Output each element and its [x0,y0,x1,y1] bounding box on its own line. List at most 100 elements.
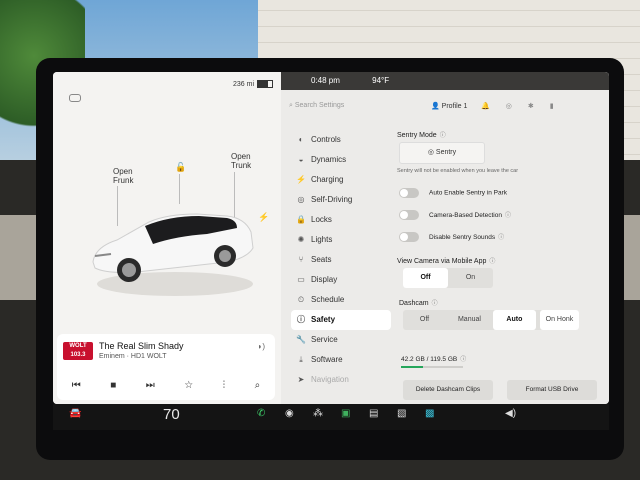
dashcam-auto[interactable]: Auto [492,310,536,330]
delete-dashcam-clips-button[interactable]: Delete Dashcam Clips [403,380,493,400]
search-icon[interactable]: ⌕ [255,380,261,391]
toybox-icon[interactable]: ▣ [341,408,350,419]
dashcam-off[interactable]: Off [403,310,446,330]
taskbar: 🚘 70 ✆ ◉ ⁂ ▣ ▤ ▧ ▩ ◀) [53,404,609,430]
charge-port-icon[interactable]: ⚡ [258,212,269,223]
usb-storage-fill [401,366,423,368]
open-trunk-button[interactable]: Open Trunk [231,152,251,170]
toggle-camera-detection[interactable]: Camera-Based Detection ⓘ [399,210,511,221]
nav-locks[interactable]: 🔒 Locks [291,210,391,230]
nav-label: Navigation [311,375,349,384]
radio-wave-icon[interactable]: ◗) [258,342,266,351]
toggle-disable-sentry-sounds[interactable]: Disable Sentry Sounds ⓘ [399,232,504,243]
nav-lights[interactable]: ✺ Lights [291,230,391,250]
nav-display[interactable]: ▭ Display [291,270,391,290]
info-icon[interactable]: ⓘ [498,235,504,241]
notes-icon[interactable]: ▧ [397,408,406,419]
view-camera-off[interactable]: Off [403,268,448,288]
clock-icon: ⏲ [297,295,305,304]
volume-icon[interactable]: ◀) [505,408,516,419]
favorite-icon[interactable]: ☆ [184,380,193,391]
prev-icon[interactable]: ⏮ [72,380,81,391]
touchscreen: 236 mi Open Frunk 🔓 Open Trunk ⚡ WOLT 10… [53,72,609,404]
settings-nav: ◐ Controls ◒ Dynamics ⚡ Charging ◎ Self-Driv… [291,130,391,390]
nav-label: Locks [311,215,332,224]
bluetooth-icon[interactable]: ✱ [528,102,534,110]
nav-safety[interactable]: ⓘ Safety [291,310,391,330]
nav-label: Dynamics [311,155,347,164]
toggle-switch[interactable] [399,210,419,221]
nav-dynamics[interactable]: ◒ Dynamics [291,150,391,170]
nav-navigation[interactable]: ➤ Navigation [291,370,391,390]
profile-label: Profile 1 [441,103,468,110]
notification-icon[interactable]: 🔔 [481,102,490,110]
stop-icon[interactable]: ■ [110,380,116,391]
dashcam-manual[interactable]: Manual [446,310,493,330]
dashcam-selector: Off Manual Auto On Honk [403,310,579,330]
view-camera-on[interactable]: On [448,268,493,288]
open-frunk-button[interactable]: Open Frunk [113,167,133,185]
settings-panel: 0:48 pm 94°F ⌕ Search Settings 👤 Profile… [281,72,609,404]
nav-schedule[interactable]: ⏲ Schedule [291,290,391,310]
nav-label: Lights [311,235,333,244]
range-indicator: 236 mi [233,80,273,88]
info-icon[interactable]: ⓘ [489,259,495,265]
phone-icon[interactable]: ✆ [257,408,265,419]
sentry-button-label: Sentry [435,149,457,156]
light-icon: ✺ [297,235,305,244]
clock: 0:48 pm [311,76,340,85]
view-camera-title-text: View Camera via Mobile App [397,258,487,265]
nav-label: Seats [311,255,332,264]
format-usb-button[interactable]: Format USB Drive [507,380,597,400]
dashcam-on-honk[interactable]: On Honk [539,310,579,330]
profile-button[interactable]: 👤 Profile 1 [431,102,467,110]
info-icon[interactable]: ⓘ [505,213,511,219]
calendar-icon[interactable]: ▤ [369,408,378,419]
station-logo: WOLT 103.3 [63,342,93,360]
lock-icon: 🔒 [296,215,306,224]
nav-service[interactable]: 🔧 Service [291,330,391,350]
dashcam-title-text: Dashcam [399,300,429,307]
toggle-auto-enable-sentry[interactable]: Auto Enable Sentry in Park [399,188,507,198]
info-icon[interactable]: ⓘ [460,357,466,363]
car-icon[interactable]: 🚘 [69,408,81,419]
nav-icon: ➤ [297,375,305,384]
camera-icon[interactable]: ◉ [285,408,294,419]
toggle-switch[interactable] [399,232,419,243]
media-controls: ⏮ ■ ⏭ ☆ ⫶ ⌕ [57,374,275,396]
sentry-button[interactable]: ◎ Sentry [399,142,485,164]
signal-icon[interactable]: ▮ [550,102,554,110]
song-title: The Real Slim Shady [99,341,184,351]
info-icon[interactable]: ⓘ [432,301,438,307]
apps-icon[interactable]: ⁂ [313,408,323,419]
cabin-temp[interactable]: 70 [163,406,180,423]
media-icon[interactable]: ▩ [425,408,434,419]
download-icon: ⤓ [299,355,303,364]
car-icon: ◒ [298,155,304,164]
dashboard-trim-left [0,215,40,300]
nav-seats[interactable]: ⑂ Seats [291,250,391,270]
lock-icon[interactable]: 🔓 [175,162,186,173]
settings-search-input[interactable]: ⌕ Search Settings [289,102,344,110]
sentry-note: Sentry will not be enabled when you leav… [397,168,519,174]
calendar-icon[interactable]: ◎ [506,102,512,110]
battery-icon [257,80,273,88]
nav-charging[interactable]: ⚡ Charging [291,170,391,190]
equalizer-icon[interactable]: ⫶ [223,380,226,391]
nav-self-driving[interactable]: ◎ Self-Driving [291,190,391,210]
nav-label: Service [311,335,338,344]
toggle-switch[interactable] [399,188,419,198]
nav-controls[interactable]: ◐ Controls [291,130,391,150]
media-player[interactable]: WOLT 103.3 The Real Slim Shady Eminem · … [57,334,275,400]
dashcam-title: Dashcam ⓘ [399,298,438,307]
nav-label: Schedule [311,295,345,304]
next-icon[interactable]: ⏭ [146,380,155,391]
song-artist: Eminem · HD1 WOLT [99,353,167,360]
toggle-label: Disable Sentry Sounds [429,234,496,241]
steering-icon: ◎ [297,195,305,204]
safety-icon: ⓘ [297,315,305,324]
info-icon[interactable]: ⓘ [440,133,446,139]
usb-storage-bar [401,366,463,368]
nav-software[interactable]: ⤓ Software [291,350,391,370]
toggle-label: Camera-Based Detection [429,212,502,219]
